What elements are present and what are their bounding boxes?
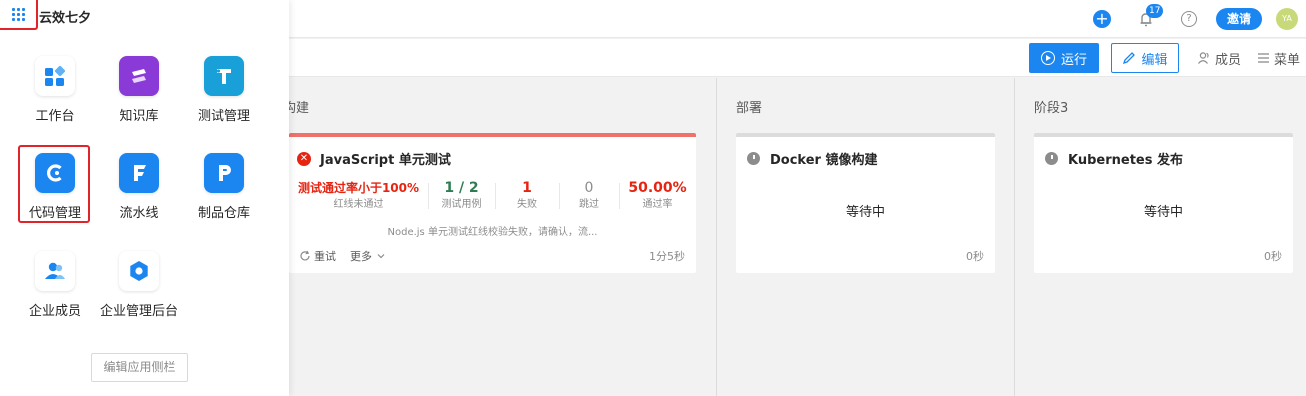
job-card-docker[interactable]: Docker 镜像构建 等待中 0秒 — [736, 133, 995, 273]
play-circle-icon — [1040, 51, 1055, 65]
job-status-bar — [736, 133, 995, 137]
more-label: 更多 — [350, 250, 372, 263]
members-button[interactable]: 成员 — [1197, 49, 1241, 68]
notification-count-badge: 17 — [1146, 4, 1164, 18]
app-label: 知识库 — [119, 109, 159, 124]
chevron-down-icon — [377, 254, 385, 259]
app-workbench[interactable]: 工作台 — [10, 56, 100, 124]
run-label: 运行 — [1060, 52, 1087, 68]
app-switcher-button[interactable] — [0, 0, 38, 30]
metric-value: 1 — [522, 180, 532, 196]
pipeline-stages: 构建 ✕ JavaScript 单元测试 测试通过率小于100% 红线未通过 1… — [0, 78, 1306, 396]
job-name: Docker 镜像构建 — [770, 153, 878, 168]
test-management-icon — [204, 56, 244, 96]
app-enterprise-members[interactable]: 企业成员 — [10, 251, 100, 319]
workbench-icon — [35, 56, 75, 96]
job-title: Docker 镜像构建 — [747, 149, 877, 168]
retry-label: 重试 — [314, 250, 336, 263]
metric-failed: 1 失败 — [495, 179, 559, 215]
members-icon — [1198, 52, 1209, 64]
selected-app-highlight — [18, 145, 90, 223]
refresh-icon — [300, 250, 310, 261]
metric-label: 失败 — [517, 199, 537, 210]
app-drawer: 云效七夕 工作台 知识库 测试管理 代码管理 流水线 制品仓库 企业成员 企业管… — [0, 0, 289, 396]
invite-button[interactable]: 邀请 — [1216, 8, 1262, 30]
job-status-text: 等待中 — [845, 205, 885, 220]
job-status-text: 等待中 — [1143, 205, 1183, 220]
app-label: 制品仓库 — [197, 206, 250, 221]
error-icon: ✕ — [297, 151, 311, 166]
create-plus-button[interactable]: + — [1093, 10, 1111, 28]
enterprise-members-icon — [35, 251, 75, 291]
members-label: 成员 — [1214, 52, 1241, 68]
app-pipeline[interactable]: 流水线 — [94, 153, 184, 221]
app-test-management[interactable]: 测试管理 — [179, 56, 269, 124]
app-label: 测试管理 — [197, 109, 250, 124]
more-dropdown[interactable]: 更多 — [350, 248, 389, 264]
test-metrics: 测试通过率小于100% 红线未通过 1 / 2 测试用例 1 失败 0 跳过 5… — [289, 179, 696, 215]
metric-test-cases: 1 / 2 测试用例 — [428, 179, 495, 215]
menu-button[interactable]: 菜单 — [1257, 49, 1300, 68]
job-card-unit-test[interactable]: ✕ JavaScript 单元测试 测试通过率小于100% 红线未通过 1 / … — [289, 133, 696, 273]
metric-value: 测试通过率小于100% — [297, 181, 420, 195]
job-actions: 重试 更多 — [299, 248, 403, 264]
job-status-bar — [1034, 133, 1293, 137]
pencil-icon — [1123, 52, 1136, 65]
edit-button[interactable]: 编辑 — [1110, 43, 1179, 73]
retry-button[interactable]: 重试 — [299, 248, 336, 264]
metric-label: 红线未通过 — [333, 199, 384, 210]
metric-pass-rate: 50.00% 通过率 — [619, 179, 696, 215]
metric-skipped: 0 跳过 — [559, 179, 619, 215]
enterprise-admin-icon — [119, 251, 159, 291]
clock-icon — [747, 152, 760, 165]
stage-column-deploy: 部署 Docker 镜像构建 等待中 0秒 — [717, 78, 1014, 396]
job-card-kubernetes[interactable]: Kubernetes 发布 等待中 0秒 — [1034, 133, 1293, 273]
job-status-bar — [289, 133, 696, 137]
failure-message: Node.js 单元测试红线校验失败，请确认，流... — [387, 227, 598, 238]
job-duration: 1分5秒 — [649, 250, 685, 263]
stage-title: 部署 — [736, 101, 763, 116]
user-avatar[interactable]: YA — [1276, 8, 1298, 30]
edit-label: 编辑 — [1141, 52, 1168, 68]
metric-redline: 测试通过率小于100% 红线未通过 — [289, 179, 428, 215]
app-enterprise-admin[interactable]: 企业管理后台 — [94, 251, 184, 319]
grid-icon — [11, 7, 25, 21]
clock-icon — [1045, 152, 1058, 165]
notifications-button[interactable]: 17 — [1137, 4, 1164, 28]
stage-column-3: 阶段3 Kubernetes 发布 等待中 0秒 — [1015, 78, 1306, 396]
app-knowledge-base[interactable]: 知识库 — [94, 56, 184, 124]
edit-sidebar-button[interactable]: 编辑应用侧栏 — [91, 353, 188, 382]
job-name: JavaScript 单元测试 — [320, 153, 451, 168]
top-bar-actions: + 17 ? 邀请 YA — [1093, 4, 1298, 34]
metric-label: 通过率 — [642, 199, 673, 210]
run-button[interactable]: 运行 — [1028, 43, 1099, 73]
job-duration: 0秒 — [1264, 250, 1282, 263]
job-name: Kubernetes 发布 — [1068, 153, 1184, 168]
app-label: 工作台 — [35, 109, 75, 124]
app-label: 流水线 — [119, 206, 159, 221]
knowledge-base-icon — [119, 56, 159, 96]
menu-lines-icon — [1257, 53, 1269, 63]
app-artifact-repository[interactable]: 制品仓库 — [179, 153, 269, 221]
menu-label: 菜单 — [1273, 52, 1300, 68]
metric-value: 1 / 2 — [444, 180, 479, 196]
job-title: ✕ JavaScript 单元测试 — [297, 149, 451, 168]
job-duration: 0秒 — [966, 250, 984, 263]
artifact-repository-icon — [204, 153, 244, 193]
job-title: Kubernetes 发布 — [1045, 149, 1183, 168]
toolbar-actions: 运行 编辑 成员 菜单 — [1028, 43, 1300, 73]
stage-title: 阶段3 — [1034, 101, 1069, 116]
metric-value: 0 — [584, 180, 594, 196]
help-icon[interactable]: ? — [1181, 11, 1197, 27]
pipeline-icon — [119, 153, 159, 193]
app-label: 企业管理后台 — [99, 304, 178, 319]
metric-label: 跳过 — [579, 199, 599, 210]
metric-value: 50.00% — [628, 180, 687, 196]
app-label: 企业成员 — [28, 304, 81, 319]
org-name: 云效七夕 — [39, 11, 92, 26]
metric-label: 测试用例 — [441, 199, 482, 210]
